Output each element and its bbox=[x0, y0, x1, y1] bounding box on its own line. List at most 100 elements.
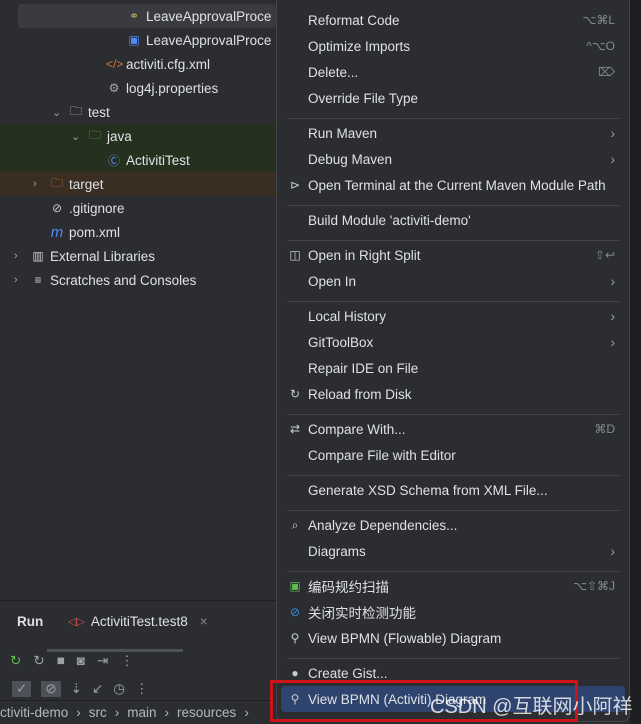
library-icon: ▥ bbox=[32, 249, 44, 263]
menu-item-repair-ide-on-file[interactable]: Repair IDE on File bbox=[281, 355, 625, 381]
menu-item-label: Delete... bbox=[308, 64, 359, 80]
test-icon: ◁▷ bbox=[68, 616, 85, 628]
scan-icon: ▣ bbox=[289, 579, 301, 593]
menu-item-[interactable]: ⊘ 关闭实时检测功能 bbox=[281, 599, 625, 625]
menu-item-optimize-imports[interactable]: Optimize Imports ^⌥O bbox=[281, 33, 625, 59]
chevron-right-icon: › bbox=[14, 274, 18, 286]
menu-item-analyze-dependencies[interactable]: ⌕ Analyze Dependencies... bbox=[281, 512, 625, 538]
stop-icon[interactable]: ■ bbox=[57, 653, 65, 669]
rerun-failed-icon[interactable]: ↻ bbox=[33, 653, 44, 669]
tree-item-pom[interactable]: m pom.xml bbox=[0, 220, 276, 244]
menu-item-generate-xsd-schema-from-xml-file[interactable]: Generate XSD Schema from XML File... bbox=[281, 477, 625, 503]
menu-item-compare-file-with-editor[interactable]: Compare File with Editor bbox=[281, 442, 625, 468]
disable-icon: ⊘ bbox=[289, 605, 301, 619]
shortcut-label: ⇧↩ bbox=[594, 248, 615, 262]
history-icon[interactable]: ◷ bbox=[113, 681, 125, 697]
split-icon: ◫ bbox=[289, 248, 301, 262]
shortcut-label: ⌦ bbox=[598, 65, 615, 79]
menu-item-diagrams[interactable]: Diagrams › bbox=[281, 538, 625, 564]
tree-item-target[interactable]: › 🗀 target bbox=[0, 172, 276, 196]
bpmn-icon: ⚲ bbox=[290, 631, 300, 645]
chevron-down-icon: ⌄ bbox=[71, 130, 81, 143]
menu-separator bbox=[287, 414, 619, 415]
chevron-right-icon: › bbox=[14, 250, 18, 262]
menu-item-gittoolbox[interactable]: GitToolBox › bbox=[281, 329, 625, 355]
show-passed-icon[interactable]: ✓ bbox=[12, 681, 32, 697]
tree-item-cfg[interactable]: </> activiti.cfg.xml bbox=[0, 52, 276, 76]
menu-item-build-module-activiti-demo[interactable]: Build Module 'activiti-demo' bbox=[281, 207, 625, 233]
analyze-icon: ⌕ bbox=[291, 517, 299, 532]
breadcrumb-item[interactable]: src bbox=[89, 705, 107, 720]
menu-item-label: Local History bbox=[308, 308, 387, 324]
menu-item-compare-with[interactable]: ⇄ Compare With... ⌘D bbox=[281, 416, 625, 442]
tree-item-activititest[interactable]: Ⓒ ActivitiTest bbox=[0, 148, 276, 172]
menu-item-label: Open Terminal at the Current Maven Modul… bbox=[308, 177, 606, 193]
rerun-icon[interactable]: ↻ bbox=[10, 653, 21, 669]
menu-item-[interactable]: ▣ 编码规约扫描 ⌥⇧⌘J bbox=[281, 573, 625, 599]
show-ignored-icon[interactable]: ⊘ bbox=[41, 681, 61, 697]
terminal-maven-icon: ⊳ bbox=[289, 178, 301, 192]
breadcrumb-item[interactable]: main bbox=[127, 705, 156, 720]
chevron-down-icon: ⌄ bbox=[52, 106, 62, 119]
screenshot-icon[interactable]: ◙ bbox=[77, 653, 85, 669]
tree-item-scratches[interactable]: › ≡ Scratches and Consoles bbox=[0, 268, 276, 292]
menu-item-label: Run Maven bbox=[308, 125, 378, 141]
collapse-icon[interactable]: ↙ bbox=[92, 681, 103, 697]
menu-separator bbox=[287, 118, 619, 119]
menu-item-label: Open In bbox=[308, 273, 357, 289]
close-icon[interactable]: × bbox=[200, 614, 208, 629]
menu-item-view-bpmn-flowable-diagram[interactable]: ⚲ View BPMN (Flowable) Diagram bbox=[281, 625, 625, 651]
run-tab[interactable]: ◁▷ ActivitiTest.test8 × bbox=[68, 614, 208, 629]
tree-item-gitignore[interactable]: ⊘ .gitignore bbox=[0, 196, 276, 220]
tree-item-external-libraries[interactable]: › ▥ External Libraries bbox=[0, 244, 276, 268]
gear-icon: ⚙ bbox=[108, 81, 120, 95]
tree-item-java[interactable]: ⌄ 🗀 java bbox=[0, 124, 276, 148]
shortcut-label: ^⌥O bbox=[586, 39, 615, 53]
more-icon[interactable]: ⋮ bbox=[120, 653, 134, 669]
tree-item-test[interactable]: ⌄ 🗀 test bbox=[0, 100, 276, 124]
menu-item-run-maven[interactable]: Run Maven › bbox=[281, 120, 625, 146]
folder-icon: 🗀 bbox=[69, 103, 82, 118]
menu-item-open-in-right-split[interactable]: ◫ Open in Right Split ⇧↩ bbox=[281, 242, 625, 268]
chevron-right-icon: › bbox=[610, 308, 616, 324]
menu-item-override-file-type[interactable]: Override File Type bbox=[281, 85, 625, 111]
menu-item-label: Compare With... bbox=[308, 421, 406, 437]
tree-item-log4j[interactable]: ⚙ log4j.properties bbox=[0, 76, 276, 100]
sort-icon[interactable]: ⇣ bbox=[71, 681, 82, 697]
project-tree: ⚭ LeaveApprovalProce ▣ LeaveApprovalProce … bbox=[0, 0, 276, 600]
tree-item-png[interactable]: ▣ LeaveApprovalProce bbox=[0, 28, 276, 52]
maven-icon: m bbox=[50, 223, 64, 241]
menu-item-label: View BPMN (Flowable) Diagram bbox=[308, 630, 502, 646]
menu-separator bbox=[287, 510, 619, 511]
more-icon[interactable]: ⋮ bbox=[135, 681, 149, 697]
chevron-right-icon: › bbox=[610, 151, 616, 167]
exit-icon[interactable]: ⇥ bbox=[97, 653, 108, 669]
chevron-right-icon: › bbox=[610, 543, 616, 559]
context-menu: Reformat Code ⌥⌘L Optimize Imports ^⌥O Delet… bbox=[276, 0, 630, 722]
breadcrumb-item[interactable]: resources bbox=[177, 705, 236, 720]
menu-item-label: Create Gist... bbox=[308, 665, 388, 681]
menu-item-open-in[interactable]: Open In › bbox=[281, 268, 625, 294]
github-icon: ● bbox=[291, 666, 299, 680]
breadcrumb-item[interactable]: ctiviti-demo bbox=[0, 705, 68, 720]
menu-item-label: Compare File with Editor bbox=[308, 447, 456, 463]
chevron-right-icon: › bbox=[610, 334, 616, 350]
menu-item-debug-maven[interactable]: Debug Maven › bbox=[281, 146, 625, 172]
xml-file-icon: </> bbox=[106, 57, 124, 71]
menu-item-reload-from-disk[interactable]: ↻ Reload from Disk bbox=[281, 381, 625, 407]
menu-item-label: Override File Type bbox=[308, 90, 419, 106]
folder-icon: 🗀 bbox=[50, 175, 63, 190]
menu-item-label: Generate XSD Schema from XML File... bbox=[308, 482, 548, 498]
menu-item-open-terminal-at-the-current-maven-module-path[interactable]: ⊳ Open Terminal at the Current Maven Modu… bbox=[281, 172, 625, 198]
menu-item-local-history[interactable]: Local History › bbox=[281, 303, 625, 329]
compare-icon: ⇄ bbox=[289, 422, 301, 436]
image-icon: ▣ bbox=[128, 33, 140, 47]
menu-item-label: Diagrams bbox=[308, 543, 366, 559]
menu-item-label: 编码规约扫描 bbox=[308, 580, 389, 595]
tree-item-bpmn[interactable]: ⚭ LeaveApprovalProce bbox=[18, 4, 276, 28]
menu-separator bbox=[287, 475, 619, 476]
run-panel: Run ◁▷ ActivitiTest.test8 × ↻ ↻ ■ ◙ ⇥ ⋮ ✓ ⊘ ⇣ ↙ ◷… bbox=[0, 600, 276, 700]
menu-item-delete[interactable]: Delete... ⌦ bbox=[281, 59, 625, 85]
menu-item-reformat-code[interactable]: Reformat Code ⌥⌘L bbox=[281, 7, 625, 33]
folder-icon: 🗀 bbox=[88, 127, 101, 142]
